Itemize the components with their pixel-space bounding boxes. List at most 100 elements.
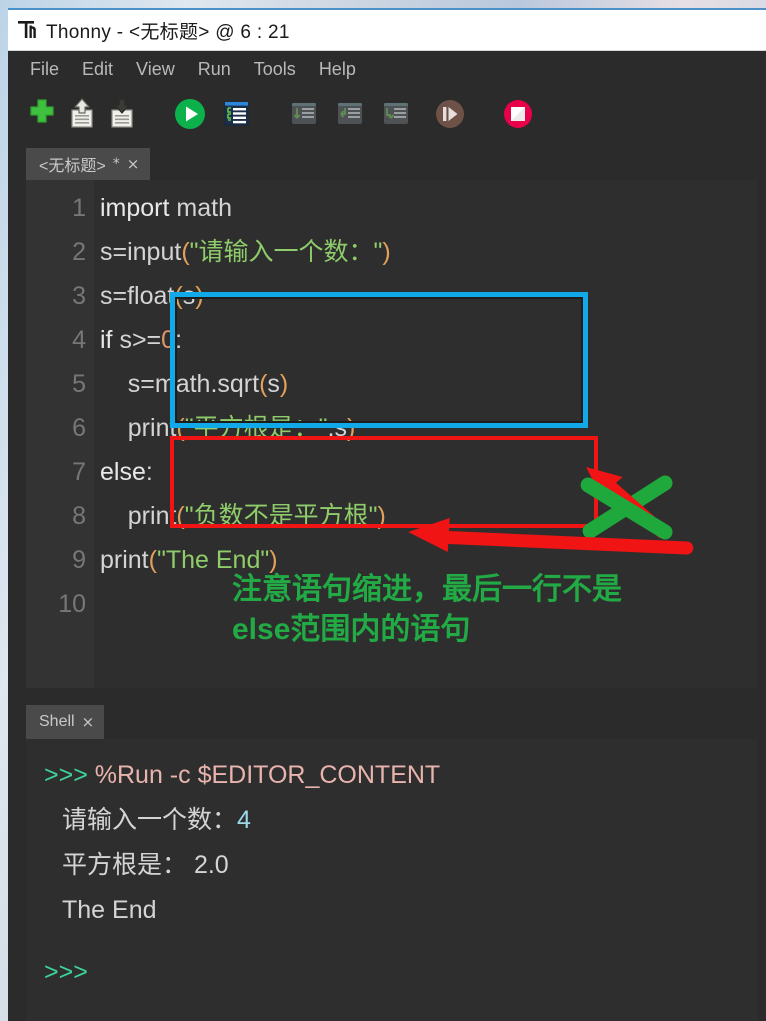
step-over-icon (287, 97, 321, 135)
menu-edit[interactable]: Edit (72, 56, 123, 83)
token-paren: ) (382, 238, 391, 266)
shell-output-text: 平方根是： 2.0 (62, 851, 229, 879)
token-colon: : (175, 326, 183, 354)
token-call: print (100, 414, 177, 442)
token-paren: ) (195, 282, 204, 310)
shell-command: %Run -c $EDITOR_CONTENT (87, 761, 441, 789)
token-string: "平方根是：" (184, 414, 328, 442)
annotation-note-line1: 注意语句缩进，最后一行不是 (232, 573, 622, 606)
editor-tab-label: <无标题> (39, 158, 106, 175)
window-title: Thonny - <无标题> @ 6 : 21 (46, 21, 290, 43)
stop-button[interactable] (498, 96, 538, 136)
line-number: 3 (72, 282, 86, 310)
token-call: print (100, 502, 177, 530)
editor-tab-dirty-marker: * (112, 156, 120, 172)
line-number: 1 (72, 194, 86, 222)
new-file-button[interactable] (22, 96, 62, 136)
line-number: 4 (72, 326, 86, 354)
token-paren: ) (279, 370, 289, 398)
shell-output-text: 请输入一个数： (62, 806, 238, 834)
menu-help[interactable]: Help (309, 56, 366, 83)
token-call: s=math.sqrt (100, 370, 260, 398)
step-out-icon (379, 97, 413, 135)
token-keyword: else (100, 458, 146, 486)
plus-icon (25, 97, 59, 135)
token-paren: ) (377, 502, 386, 530)
token-paren: ( (148, 546, 157, 574)
save-disk-icon (105, 97, 139, 135)
token-args: ,s (327, 414, 347, 442)
resume-icon (433, 97, 467, 135)
line-number: 7 (72, 458, 86, 486)
close-icon[interactable]: × (82, 714, 95, 730)
menu-bar: File Edit View Run Tools Help (8, 51, 766, 88)
token-number: 0 (161, 326, 176, 354)
token-paren: ( (181, 238, 190, 266)
token-string: "负数不是平方根" (184, 502, 378, 530)
editor-tab-untitled[interactable]: <无标题> * × (26, 148, 151, 180)
menu-run[interactable]: Run (188, 56, 241, 83)
line-number: 10 (58, 590, 86, 618)
token-paren: ) (346, 414, 356, 442)
token-string: "请输入一个数：" (189, 238, 383, 266)
annotation-note-line2: else范围内的语句 (232, 612, 471, 646)
token-keyword: if (100, 326, 113, 354)
line-number: 5 (72, 370, 86, 398)
toolbar (8, 88, 766, 144)
token-module: math (169, 194, 232, 222)
step-into-button[interactable] (330, 96, 370, 136)
shell-output[interactable]: >>> %Run -c $EDITOR_CONTENT 请输入一个数：4 平方根… (26, 739, 758, 1021)
shell-prompt: >>> (44, 761, 88, 789)
menu-tools[interactable]: Tools (244, 56, 306, 83)
shell-output-text: The End (62, 896, 157, 924)
debug-button[interactable] (216, 96, 256, 136)
step-over-button[interactable] (284, 96, 324, 136)
token-call: print (100, 546, 149, 574)
resume-button[interactable] (430, 96, 470, 136)
token-colon: : (145, 458, 153, 486)
shell-prompt: >>> (44, 958, 88, 986)
code-line-7: else: (94, 450, 758, 494)
step-out-button[interactable] (376, 96, 416, 136)
line-number: 8 (72, 502, 86, 530)
play-icon (173, 97, 207, 135)
shell-user-input: 4 (237, 806, 251, 834)
thonny-logo-icon (14, 16, 44, 44)
annotation-note: 注意语句缩进，最后一行不是 else范围内的语句 (232, 570, 758, 650)
code-line-4: if s>=0: (94, 318, 758, 362)
debug-icon (219, 97, 253, 135)
shell-line-input-prompt: 请输入一个数：4 (44, 798, 758, 843)
shell-line-end: The End (44, 888, 758, 933)
shell-tab-label: Shell (39, 713, 75, 730)
step-into-icon (333, 97, 367, 135)
open-file-button[interactable] (62, 96, 102, 136)
close-icon[interactable]: × (127, 156, 140, 172)
line-number: 6 (72, 414, 86, 442)
token-keyword: import (100, 194, 170, 222)
code-line-8: print("负数不是平方根") (94, 494, 758, 538)
stop-icon (501, 97, 535, 135)
code-text-area[interactable]: import math s=input("请输入一个数：") s=float(s… (94, 180, 758, 688)
line-number: 9 (72, 546, 86, 574)
token-call: s=input (100, 238, 182, 266)
code-line-2: s=input("请输入一个数：") (94, 230, 758, 274)
menu-file[interactable]: File (20, 56, 69, 83)
title-bar: Thonny - <无标题> @ 6 : 21 (8, 10, 766, 51)
token-expr: s>= (112, 326, 162, 354)
shell-line-result: 平方根是： 2.0 (44, 843, 758, 888)
code-line-5: s=math.sqrt(s) (94, 362, 758, 406)
line-number: 2 (72, 238, 86, 266)
shell-tab[interactable]: Shell × (26, 705, 105, 739)
save-file-button[interactable] (102, 96, 142, 136)
code-editor[interactable]: 1 2 3 4 5 6 7 8 9 10 import math s=input… (26, 180, 758, 688)
shell-line-command: >>> %Run -c $EDITOR_CONTENT (44, 753, 758, 798)
shell-tab-strip: Shell × (8, 701, 766, 739)
editor-tab-strip: <无标题> * × (8, 144, 766, 180)
pane-splitter[interactable] (8, 688, 766, 701)
token-paren: ( (176, 414, 185, 442)
run-button[interactable] (170, 96, 210, 136)
shell-line-prompt: >>> (44, 933, 758, 993)
token-paren: ( (176, 502, 185, 530)
menu-view[interactable]: View (126, 56, 185, 83)
token-var: s (267, 370, 280, 398)
